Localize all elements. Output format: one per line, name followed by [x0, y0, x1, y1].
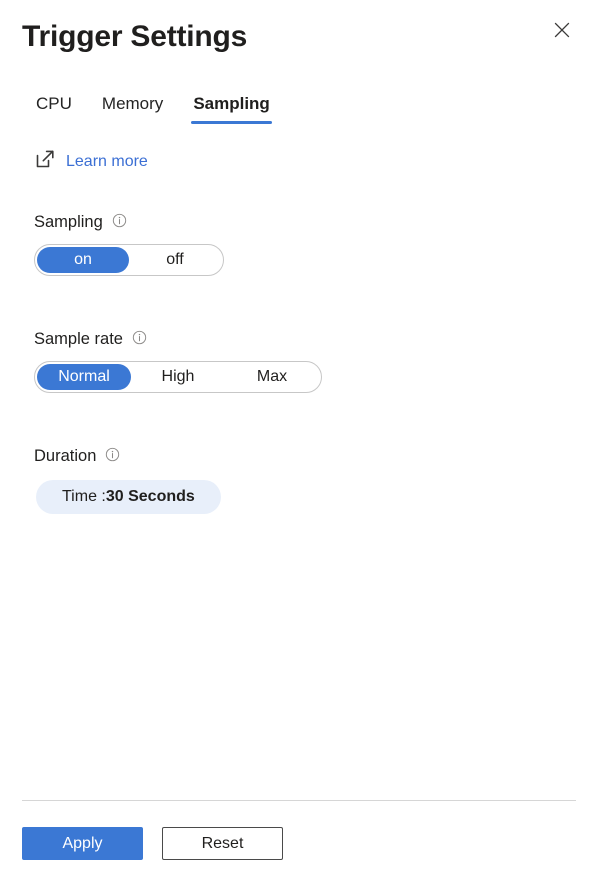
sampling-label: Sampling [34, 213, 103, 231]
duration-chip-label: Time : [62, 488, 106, 505]
duration-chip-value: 30 Seconds [105, 488, 195, 505]
tab-memory-label: Memory [101, 94, 164, 113]
tab-sampling[interactable]: Sampling [191, 93, 272, 124]
learn-more-link[interactable]: Learn more [34, 148, 148, 175]
reset-button[interactable]: Reset [162, 827, 283, 860]
apply-button-label: Apply [62, 834, 103, 852]
field-sampling: Sampling on off [34, 211, 574, 276]
close-icon [552, 20, 572, 40]
tab-bar: CPU Memory Sampling [0, 72, 596, 124]
sample-rate-label-row: Sample rate [34, 328, 574, 350]
sampling-label-row: Sampling [34, 211, 574, 233]
sampling-option-on-label: on [74, 251, 92, 268]
sample-rate-option-normal[interactable]: Normal [37, 364, 131, 390]
sampling-option-off-label: off [166, 251, 184, 268]
close-button[interactable] [546, 14, 578, 46]
dialog-footer: Apply Reset [0, 800, 596, 879]
sample-rate-option-max-label: Max [256, 368, 288, 385]
external-link-icon [34, 148, 56, 175]
tab-cpu-label: CPU [36, 94, 72, 113]
sample-rate-label: Sample rate [34, 330, 123, 348]
apply-button[interactable]: Apply [22, 827, 143, 860]
page-title: Trigger Settings [22, 20, 248, 53]
settings-panel: Learn more Sampling on off Sample rate N… [0, 148, 596, 514]
sampling-toggle-group: on off [34, 244, 224, 276]
duration-chip[interactable]: Time : 30 Seconds [36, 480, 221, 514]
info-icon[interactable] [132, 330, 147, 350]
sample-rate-toggle-group: Normal High Max [34, 361, 322, 393]
sample-rate-option-max[interactable]: Max [225, 364, 319, 390]
tab-memory[interactable]: Memory [100, 93, 165, 124]
tab-sampling-label: Sampling [193, 94, 270, 113]
info-icon[interactable] [112, 213, 127, 233]
duration-label-row: Duration [34, 445, 574, 467]
sampling-option-on[interactable]: on [37, 247, 129, 273]
sampling-option-off[interactable]: off [129, 247, 221, 273]
field-sample-rate: Sample rate Normal High Max [34, 328, 574, 393]
reset-button-label: Reset [201, 834, 244, 852]
footer-divider [22, 800, 576, 801]
field-duration: Duration Time : 30 Seconds [34, 445, 574, 514]
sample-rate-option-high[interactable]: High [131, 364, 225, 390]
tab-cpu[interactable]: CPU [34, 93, 74, 124]
footer-actions: Apply Reset [22, 827, 283, 860]
dialog-header: Trigger Settings [0, 0, 596, 72]
info-icon[interactable] [105, 447, 120, 467]
sample-rate-option-high-label: High [161, 368, 195, 385]
duration-label: Duration [34, 447, 97, 465]
learn-more-label: Learn more [66, 152, 148, 170]
sample-rate-option-normal-label: Normal [58, 368, 110, 385]
